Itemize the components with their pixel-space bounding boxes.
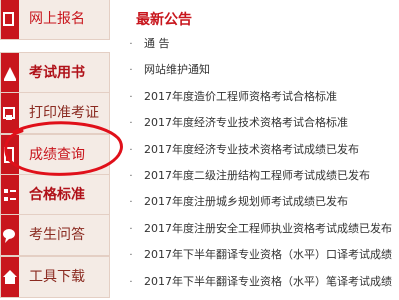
bullet: · [129,65,133,77]
announcement-link[interactable]: 2017年下半年翻译专业资格（水平）口译考试成绩 [144,248,392,261]
nav-tool-download[interactable]: 工具下载 [0,256,110,298]
announcement-link[interactable]: 2017年度造价工程师资格考试合格标准 [144,90,337,103]
nav-exam-books[interactable]: 考试用书 [0,52,110,94]
nav-label: 合格标准 [29,187,85,203]
announcement-item[interactable]: · 2017年下半年翻译专业资格（水平）口译考试成绩 [118,242,399,268]
nav-candidate-qa[interactable]: 考生问答 [0,214,110,256]
document-icon [1,135,19,175]
announcement-item[interactable]: · 2017年度注册安全工程师执业资格考试成绩已发布 [118,216,399,242]
bullet: · [129,276,133,288]
nav-pass-standard[interactable]: 合格标准 [0,174,110,216]
registration-icon [1,0,19,39]
bullet: · [129,39,133,50]
printer-icon [1,93,19,133]
bullet: · [129,118,133,130]
nav-label: 网上报名 [29,11,85,27]
announcement-item[interactable]: · 2017年度二级注册结构工程师考试成绩已发布 [118,163,399,189]
nav-label: 工具下载 [29,269,85,285]
announcement-title: 最新公告 [136,12,192,28]
announcement-item[interactable]: · 通 告 [118,31,399,57]
bullet: · [129,91,133,103]
announcement-list: · 通 告 · 网站维护通知 · 2017年度造价工程师资格考试合格标准 · 2017年… [118,31,399,295]
announcement-item[interactable]: · 2017年度造价工程师资格考试合格标准 [118,84,399,110]
bullet: · [129,197,133,209]
book-icon [1,53,19,93]
announcement-panel: 最新公告 · 通 告 · 网站维护通知 · 2017年度造价工程师资格考试合格标准 ·… [118,0,399,300]
home-icon [1,257,19,297]
checklist-icon [1,175,19,215]
bullet: · [129,250,133,262]
announcement-item[interactable]: · 2017年度注册城乡规划师考试成绩已发布 [118,189,399,215]
nav-print-admission-ticket[interactable]: 打印准考证 [0,92,110,134]
announcement-item[interactable]: · 2017年度经济专业技术资格考试成绩已发布 [118,137,399,163]
nav-online-registration[interactable]: 网上报名 [0,0,110,40]
announcement-link[interactable]: 2017年度二级注册结构工程师考试成绩已发布 [144,169,370,182]
bullet: · [129,223,133,235]
bullet: · [129,170,133,182]
announcement-link[interactable]: 2017年度经济专业技术资格考试合格标准 [144,116,348,129]
nav-label: 成绩查询 [29,147,85,163]
announcement-link[interactable]: 2017年下半年翻译专业资格（水平）笔译考试成绩 [144,275,392,288]
announcement-link[interactable]: 2017年度经济专业技术资格考试成绩已发布 [144,143,359,156]
announcement-link[interactable]: 通 告 [144,37,170,50]
announcement-item[interactable]: · 网站维护通知 [118,57,399,83]
announcement-item[interactable]: · 2017年度经济专业技术资格考试合格标准 [118,110,399,136]
announcement-link[interactable]: 2017年度注册城乡规划师考试成绩已发布 [144,195,348,208]
nav-score-inquiry[interactable]: 成绩查询 [0,134,110,176]
chat-icon [1,215,19,255]
sidebar: 网上报名 考试用书 打印准考证 成绩查询 合格标准 考生问答 工具下载 [0,0,118,300]
nav-label: 考生问答 [29,227,85,243]
announcement-link[interactable]: 网站维护通知 [144,63,210,76]
nav-label: 打印准考证 [29,105,99,121]
bullet: · [129,144,133,156]
announcement-link[interactable]: 2017年度注册安全工程师执业资格考试成绩已发布 [144,222,392,235]
nav-label: 考试用书 [29,65,85,81]
announcement-item[interactable]: · 2017年下半年翻译专业资格（水平）笔译考试成绩 [118,269,399,295]
